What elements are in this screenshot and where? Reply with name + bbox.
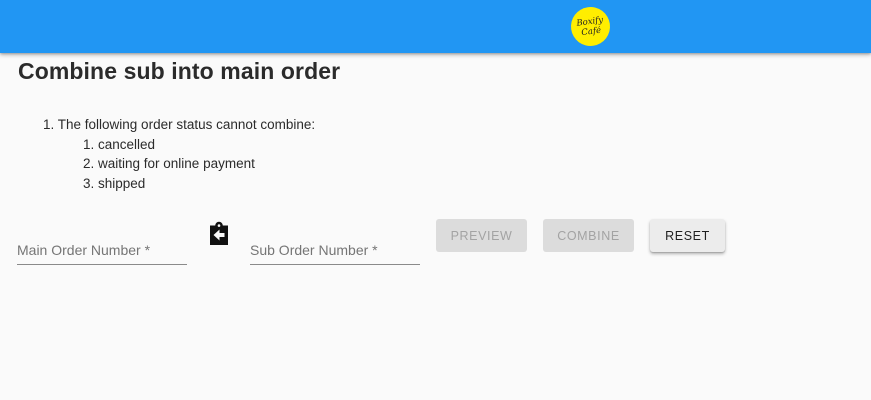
rule-item-waiting-payment: 2. waiting for online payment: [83, 156, 255, 171]
reset-button[interactable]: RESET: [650, 219, 725, 252]
main-order-input[interactable]: [17, 236, 187, 264]
preview-button[interactable]: PREVIEW: [436, 219, 527, 252]
combine-rules-list: 1. The following order status cannot com…: [43, 115, 315, 193]
rule-item-cancelled: 1. cancelled: [83, 136, 156, 152]
app-bar: Boxify Café: [0, 0, 871, 53]
clipboard-arrow-left-icon: [210, 221, 228, 245]
rule-item-shipped: 3. shipped: [83, 175, 146, 191]
swap-orders-button[interactable]: [207, 221, 231, 246]
main-order-field: [17, 236, 187, 265]
page-title: Combine sub into main order: [18, 58, 341, 84]
boxify-cafe-logo[interactable]: Boxify Café: [568, 4, 613, 49]
sub-order-field: [250, 236, 420, 265]
combine-button[interactable]: COMBINE: [543, 219, 634, 252]
logo-line2: Café: [580, 25, 602, 38]
rules-intro: 1. The following order status cannot com…: [43, 117, 316, 132]
sub-order-input[interactable]: [250, 236, 420, 264]
